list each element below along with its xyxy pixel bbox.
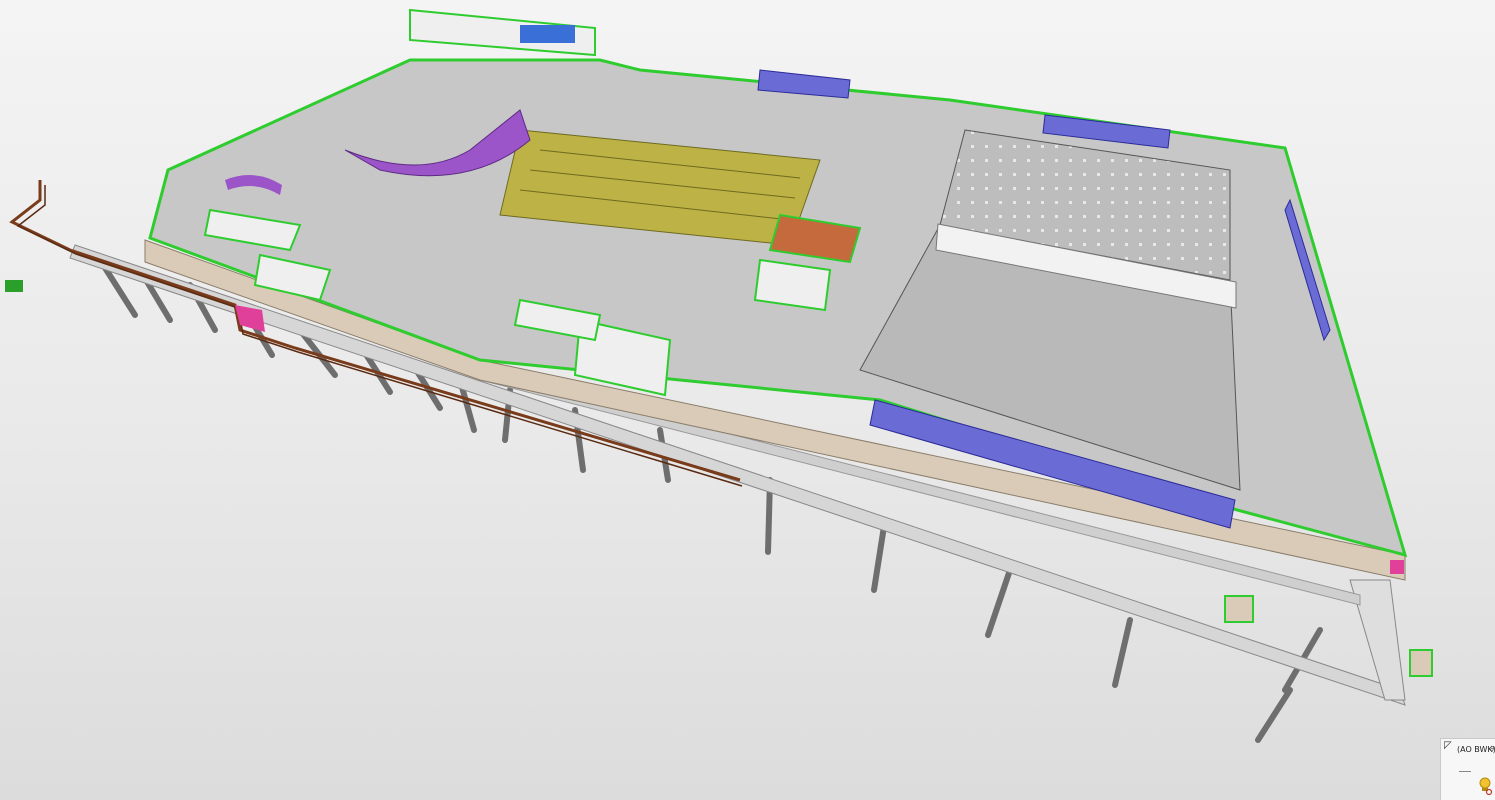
building-model[interactable]	[0, 0, 1495, 800]
link-icon[interactable]: ∂	[1490, 744, 1494, 753]
corner-arrow-icon[interactable]: ◸	[1444, 741, 1452, 751]
view-indicator-panel[interactable]: ◸ (AO BWK) ∂	[1440, 738, 1495, 800]
sun-path-icon[interactable]	[1477, 775, 1493, 795]
3d-model-viewport[interactable]: ◸ (AO BWK) ∂	[0, 0, 1495, 800]
divider	[1459, 771, 1471, 772]
